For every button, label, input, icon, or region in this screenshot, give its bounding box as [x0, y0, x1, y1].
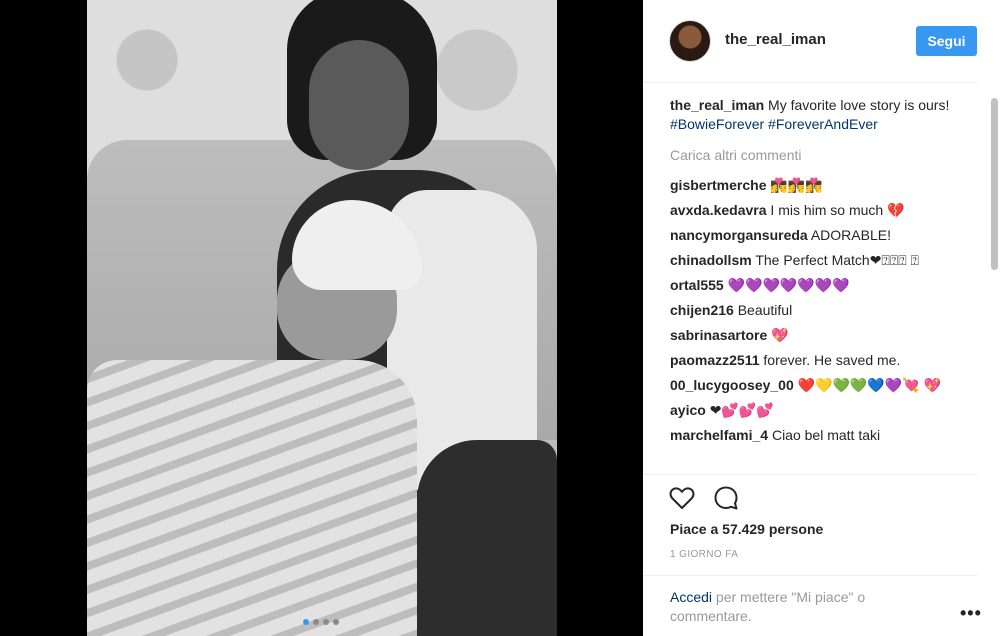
comment-text: I mis him so much 💔 — [766, 202, 905, 218]
comment-text: ADORABLE! — [807, 227, 891, 243]
post-photo[interactable] — [87, 0, 557, 636]
comment-text: 💖 — [767, 327, 789, 343]
carousel-indicator — [303, 619, 339, 625]
carousel-dot[interactable] — [303, 619, 309, 625]
photo-pane — [0, 0, 643, 636]
carousel-dot[interactable] — [333, 619, 339, 625]
likes-count[interactable]: Piace a 57.429 persone — [670, 521, 823, 537]
comment: marchelfami_4 Ciao bel matt taki — [670, 426, 962, 445]
comment-username[interactable]: sabrinasartore — [670, 327, 767, 343]
more-options-icon[interactable]: ••• — [960, 603, 982, 624]
post-timestamp[interactable]: 1 GIORNO FA — [670, 549, 738, 560]
comment-username[interactable]: chijen216 — [670, 302, 734, 318]
comment-username[interactable]: nancymorgansureda — [670, 227, 808, 243]
post-header: the_real_iman Segui — [643, 0, 978, 83]
comment-text: The Perfect Match❤⍰⍰⍰ ⍰ — [751, 252, 919, 268]
comment: avxda.kedavra I mis him so much 💔 — [670, 201, 962, 220]
comment: ayico ❤💕💕💕 — [670, 401, 962, 420]
username[interactable]: the_real_iman — [725, 31, 826, 48]
caption-text: My favorite love story is ours! — [764, 97, 950, 113]
comment-username[interactable]: 00_lucygoosey_00 — [670, 377, 794, 393]
follow-button[interactable]: Segui — [916, 26, 977, 56]
comment-text: ❤💕💕💕 — [705, 402, 774, 418]
comment-username[interactable]: ortal555 — [670, 277, 724, 293]
comment-username[interactable]: avxda.kedavra — [670, 202, 767, 218]
hashtag-link[interactable]: #BowieForever — [670, 116, 764, 132]
post-sidebar: the_real_iman Segui the_real_iman My fav… — [643, 0, 1000, 636]
comment-text: forever. He saved me. — [759, 352, 901, 368]
comment-text: Beautiful — [733, 302, 793, 318]
comment-text: 👩‍❤️‍💋‍👨👩‍❤️‍💋‍👨👩‍❤️‍💋‍👨 — [766, 177, 823, 193]
comment: chinadollsm The Perfect Match❤⍰⍰⍰ ⍰ — [670, 251, 962, 270]
comments-scrollbar[interactable] — [991, 98, 998, 270]
comment: ortal555 💜💜💜💜💜💜💜 — [670, 276, 962, 295]
load-more-comments-link[interactable]: Carica altri commenti — [670, 146, 962, 165]
avatar[interactable] — [669, 20, 711, 62]
comment: chijen216 Beautiful — [670, 301, 962, 320]
divider — [643, 575, 978, 576]
heart-icon[interactable] — [669, 486, 695, 510]
comment: 00_lucygoosey_00 ❤️💛💚💚💙💜💘 💖 — [670, 376, 962, 395]
comment: paomazz2511 forever. He saved me. — [670, 351, 962, 370]
comment-text: Ciao bel matt taki — [768, 427, 881, 443]
comment-username[interactable]: chinadollsm — [670, 252, 752, 268]
comment-username[interactable]: gisbertmerche — [670, 177, 766, 193]
comment: nancymorgansureda ADORABLE! — [670, 226, 962, 245]
carousel-dot[interactable] — [323, 619, 329, 625]
caption-username[interactable]: the_real_iman — [670, 97, 764, 113]
comment-username[interactable]: ayico — [670, 402, 706, 418]
comment-username[interactable]: paomazz2511 — [670, 352, 760, 368]
divider — [643, 474, 978, 475]
comment: sabrinasartore 💖 — [670, 326, 962, 345]
comment-username[interactable]: marchelfami_4 — [670, 427, 768, 443]
comment-text: 💜💜💜💜💜💜💜 — [723, 277, 850, 293]
caption: the_real_iman My favorite love story is … — [670, 96, 962, 134]
comment: gisbertmerche 👩‍❤️‍💋‍👨👩‍❤️‍💋‍👨👩‍❤️‍💋‍👨 — [670, 176, 962, 195]
hashtag-link[interactable]: #ForeverAndEver — [768, 116, 878, 132]
login-prompt: Accedi per mettere "Mi piace" o commenta… — [670, 588, 930, 626]
comment-icon[interactable] — [713, 485, 739, 511]
comment-text: ❤️💛💚💚💙💜💘 💖 — [793, 377, 941, 393]
carousel-dot[interactable] — [313, 619, 319, 625]
comments-list[interactable]: the_real_iman My favorite love story is … — [670, 96, 962, 474]
login-link[interactable]: Accedi — [670, 589, 712, 605]
